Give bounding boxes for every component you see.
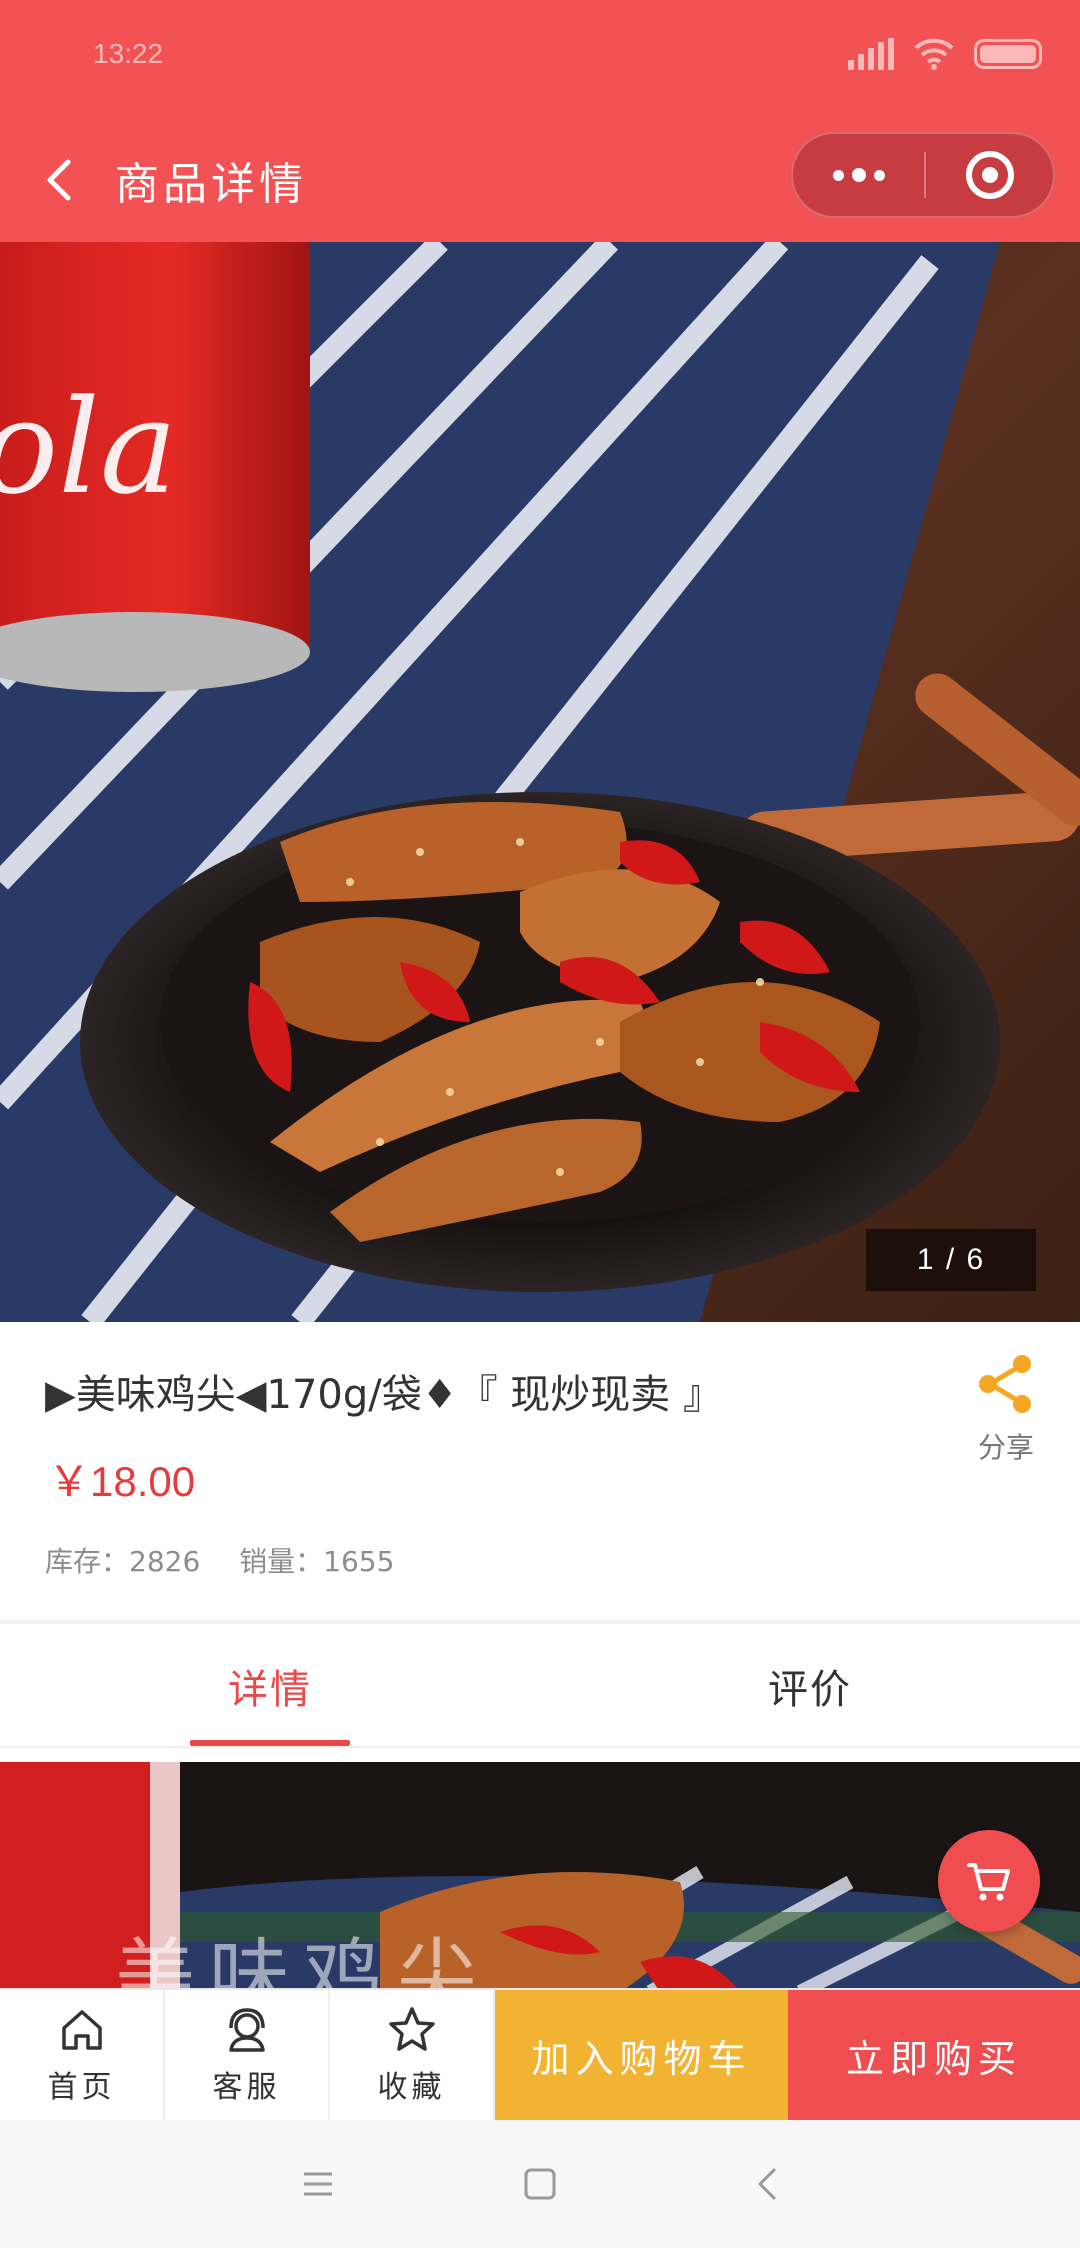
cart-icon	[967, 1863, 1010, 1901]
miniprogram-capsule	[791, 132, 1055, 218]
detail-image: 美味鸡尖	[0, 1762, 1080, 1992]
status-bar: 13:22	[0, 0, 1080, 118]
system-navigation-bar	[0, 2120, 1080, 2248]
signal-icon	[848, 38, 894, 70]
headset-icon	[228, 2008, 265, 2052]
wifi-icon	[914, 38, 954, 70]
nav-bar: 商品详情	[0, 118, 1080, 242]
home-icon	[61, 2010, 102, 2050]
customer-service-label: 客服	[212, 2070, 281, 2105]
buy-now-button[interactable]: 立即购买	[788, 1990, 1080, 2120]
stock-count: 库存：2826	[45, 1545, 201, 1578]
status-icons	[848, 38, 1042, 70]
favorite-button[interactable]: 收藏	[330, 1990, 495, 2120]
back-arrow-icon	[758, 2168, 776, 2200]
target-icon	[965, 151, 1014, 199]
floating-cart-button[interactable]	[938, 1830, 1040, 1932]
detail-overlay-text: 美味鸡尖	[115, 1930, 491, 1992]
close-miniprogram-button[interactable]	[926, 134, 1053, 216]
product-price: ￥18.00	[48, 1458, 196, 1505]
home-label: 首页	[47, 2070, 116, 2105]
customer-service-button[interactable]: 客服	[165, 1990, 330, 2120]
svg-text:ola: ola	[0, 371, 177, 523]
share-label: 分享	[977, 1431, 1034, 1464]
more-menu-button[interactable]	[793, 134, 924, 216]
tab-reviews[interactable]: 评价	[540, 1624, 1080, 1748]
product-photo: ola	[0, 242, 1080, 1322]
tab-details[interactable]: 详情	[0, 1624, 540, 1748]
image-counter: 1 / 6	[866, 1229, 1036, 1291]
favorite-label: 收藏	[377, 2070, 446, 2105]
star-icon	[388, 2007, 435, 2051]
sales-count: 销量：1655	[239, 1545, 395, 1578]
back-button[interactable]	[30, 148, 94, 212]
bottom-action-bar: 首页 客服 收藏 加入购物车 立即购买	[0, 1988, 1080, 2120]
stock-sales-line: 库存：2826 销量：1655	[45, 1540, 424, 1580]
add-to-cart-button[interactable]: 加入购物车	[495, 1990, 788, 2120]
share-button[interactable]: 分享	[960, 1352, 1052, 1466]
home-button[interactable]: 首页	[0, 1990, 165, 2120]
active-tab-indicator	[190, 1740, 350, 1746]
recent-apps-button[interactable]	[288, 2154, 348, 2214]
page-title: 商品详情	[115, 159, 307, 210]
menu-icon	[304, 2172, 332, 2196]
system-back-button[interactable]	[738, 2154, 798, 2214]
product-info: ▶美味鸡尖◀170g/袋♦『 现炒现卖 』 分享 ￥18.00 库存：2826 …	[0, 1322, 1080, 1624]
product-image-carousel[interactable]: ola 1 / 6	[0, 242, 1080, 1322]
share-icon	[979, 1355, 1031, 1413]
detail-tabs: 详情 评价	[0, 1624, 1080, 1748]
battery-icon	[974, 39, 1042, 69]
product-title: ▶美味鸡尖◀170g/袋♦『 现炒现卖 』	[45, 1372, 724, 1418]
square-icon	[524, 2168, 556, 2200]
chevron-left-icon	[47, 159, 71, 201]
status-time: 13:22	[93, 38, 164, 69]
system-home-button[interactable]	[510, 2154, 570, 2214]
